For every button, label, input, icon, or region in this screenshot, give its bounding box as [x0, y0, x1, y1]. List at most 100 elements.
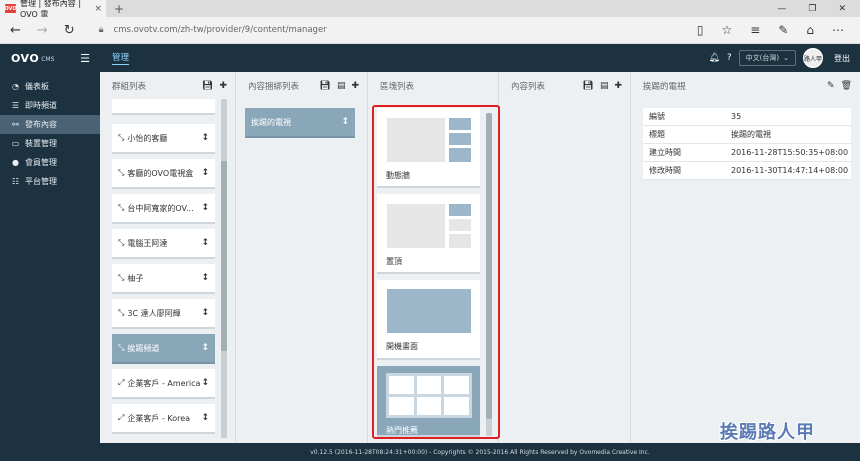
drag-handle-icon[interactable]: ↕ — [201, 133, 209, 143]
group-item[interactable]: ⤡ 客廳的OVO電視盒 ↕ — [112, 159, 215, 189]
detail-column-title: 挨踢的電視 — [643, 81, 686, 92]
forward-icon[interactable]: → — [37, 23, 48, 38]
maximize-icon[interactable]: ❐ — [808, 4, 816, 14]
drag-handle-icon[interactable]: ↕ — [201, 238, 209, 248]
add-icon[interactable]: ✚ — [351, 81, 359, 91]
hamburger-menu-icon[interactable]: ☰ — [80, 52, 90, 65]
minimize-icon[interactable]: — — [777, 4, 786, 14]
add-icon[interactable]: ✚ — [614, 81, 622, 91]
group-item[interactable]: ⤡ 小怡的客廳 ↕ — [112, 124, 215, 154]
sidebar-item-label: 會員管理 — [25, 158, 57, 167]
tab-close-icon[interactable]: × — [94, 4, 102, 14]
trash-icon[interactable]: 🗑︎ — [841, 81, 852, 91]
list-icon: ☰ — [11, 101, 20, 110]
drag-handle-icon[interactable]: ↕ — [201, 343, 209, 353]
expand-icon[interactable]: ⤡ — [118, 203, 124, 213]
address-bar: ← → ↻ 🔒︎ cms.ovotv.com/zh-tw/provider/9/… — [0, 17, 860, 44]
more-icon[interactable]: ⋯ — [832, 23, 844, 37]
content-column: 內容列表 💾︎ ▤ ✚ — [499, 72, 630, 443]
drag-handle-icon[interactable]: ↕ — [201, 273, 209, 283]
reading-view-icon[interactable]: ▯ — [697, 23, 704, 37]
group-item[interactable]: ⤡ 挨踢頻道 ↕ — [112, 334, 215, 364]
drag-handle-icon[interactable]: ↕ — [201, 308, 209, 318]
compress-icon[interactable]: ⤢ — [118, 413, 124, 423]
group-item-label: 客廳的OVO電視盒 — [127, 168, 194, 178]
lock-icon: 🔒︎ — [98, 25, 104, 35]
language-label: 中文(台灣) — [745, 54, 780, 62]
language-select[interactable]: 中文(台灣) ⌄ — [738, 50, 796, 66]
avatar[interactable]: 路人甲 — [803, 48, 823, 68]
layout-icon[interactable]: ▤ — [337, 81, 346, 91]
favorite-star-icon[interactable]: ☆ — [721, 23, 732, 37]
footer: v0.12.5 (2016-11-28T08:24:31+00:00) - Co… — [100, 443, 860, 461]
drag-handle-icon[interactable]: ↕ — [341, 117, 349, 127]
group-list-scrollbar[interactable] — [221, 99, 227, 438]
close-window-icon[interactable]: ✕ — [838, 4, 846, 14]
browser-tools: ▯ ☆ ≡ ✎ ⌂ ⋯ — [697, 23, 860, 37]
add-icon[interactable]: ✚ — [219, 81, 227, 91]
detail-column-header: 挨踢的電視 ✎ 🗑︎ — [631, 72, 860, 99]
breadcrumb[interactable]: 管理 — [112, 51, 130, 65]
expand-icon[interactable]: ⤡ — [118, 308, 124, 318]
logout-link[interactable]: 登出 — [834, 53, 850, 64]
browser-tab[interactable]: OVO 管理 | 發布內容 | OVO 電 × — [0, 0, 106, 19]
expand-icon[interactable]: ⤡ — [118, 273, 124, 283]
new-tab-button[interactable]: + — [114, 2, 124, 16]
group-item-partial[interactable] — [112, 99, 215, 115]
group-item-label: 電腦王阿達 — [127, 238, 168, 248]
edit-icon[interactable]: ✎ — [827, 81, 835, 91]
hub-icon[interactable]: ≡ — [750, 23, 760, 37]
share-icon[interactable]: ⌂ — [806, 23, 814, 37]
bundle-column-title: 內容捆綁列表 — [248, 81, 300, 92]
sidebar-item[interactable]: ☷ 平台管理 — [0, 172, 100, 191]
group-item[interactable]: ⤡ 3C 達人廖阿輝 ↕ — [112, 299, 215, 329]
content-column-title: 內容列表 — [511, 81, 546, 92]
drag-handle-icon[interactable]: ↕ — [201, 378, 209, 388]
expand-icon[interactable]: ⤡ — [118, 238, 124, 248]
group-item[interactable]: ⤡ 柚子 ↕ — [112, 264, 215, 294]
sidebar-item-label: 即時頻道 — [25, 101, 57, 110]
detail-key: 修改時間 — [649, 166, 681, 175]
detail-key: 標題 — [649, 130, 665, 139]
drag-handle-icon[interactable]: ↕ — [201, 168, 209, 178]
detail-value: 2016-11-30T14:47:14+08:00 — [731, 166, 849, 175]
footer-text: v0.12.5 (2016-11-28T08:24:31+00:00) - Co… — [310, 448, 650, 456]
sidebar-item[interactable]: ▭ 裝置管理 — [0, 134, 100, 153]
url-text: cms.ovotv.com/zh-tw/provider/9/content/m… — [113, 25, 327, 35]
bundle-item[interactable]: 挨踢的電視 ↕ — [245, 108, 355, 138]
group-item[interactable]: ⤡ 台中阿寬家的OV... ↕ — [112, 194, 215, 224]
compress-icon[interactable]: ⤢ — [118, 378, 124, 388]
sidebar-item[interactable]: ◔ 儀表板 — [0, 77, 100, 96]
favicon-icon: OVO — [4, 4, 17, 13]
drag-handle-icon[interactable]: ↕ — [201, 413, 209, 423]
drag-handle-icon[interactable]: ↕ — [201, 203, 209, 213]
sidebar-item[interactable]: ☰ 即時頻道 — [0, 96, 100, 115]
highlight-frame — [372, 105, 500, 439]
detail-value: 2016-11-28T15:50:35+08:00 — [731, 148, 849, 157]
group-item-label: 企業客戶 - Korea — [127, 413, 191, 423]
back-icon[interactable]: ← — [10, 23, 21, 38]
help-icon[interactable]: ? — [727, 53, 732, 63]
expand-icon[interactable]: ⤡ — [118, 343, 124, 353]
refresh-icon[interactable]: ↻ — [64, 23, 75, 38]
group-item[interactable]: ⤢ 企業客戶 - Korea ↕ — [112, 404, 215, 434]
group-column-header: 群組列表 💾︎ ✚ — [100, 72, 235, 99]
web-note-icon[interactable]: ✎ — [778, 23, 788, 37]
group-item[interactable]: ⤢ 企業客戶 - America ↕ — [112, 369, 215, 399]
logo-sub: CMS — [41, 55, 55, 63]
expand-icon[interactable]: ⤡ — [118, 168, 124, 178]
sidebar-item[interactable]: ● 會員管理 — [0, 153, 100, 172]
watermark: 挨踢路人甲 — [720, 422, 815, 443]
save-icon[interactable]: 💾︎ — [583, 81, 594, 91]
expand-icon[interactable]: ⤡ — [118, 133, 124, 143]
save-icon[interactable]: 💾︎ — [320, 81, 331, 91]
url-field[interactable]: 🔒︎ cms.ovotv.com/zh-tw/provider/9/conten… — [99, 25, 697, 35]
group-item-label: 挨踢頻道 — [127, 343, 160, 353]
bell-icon[interactable]: 🔔︎ — [708, 53, 719, 63]
save-icon[interactable]: 💾︎ — [202, 81, 213, 91]
layout-icon[interactable]: ▤ — [600, 81, 609, 91]
sidebar-item[interactable]: ⚯ 發布內容 — [0, 115, 100, 134]
window-controls: — ❐ ✕ — [777, 4, 860, 14]
group-item[interactable]: ⤡ 電腦王阿達 ↕ — [112, 229, 215, 259]
scrollbar-thumb[interactable] — [221, 161, 227, 351]
